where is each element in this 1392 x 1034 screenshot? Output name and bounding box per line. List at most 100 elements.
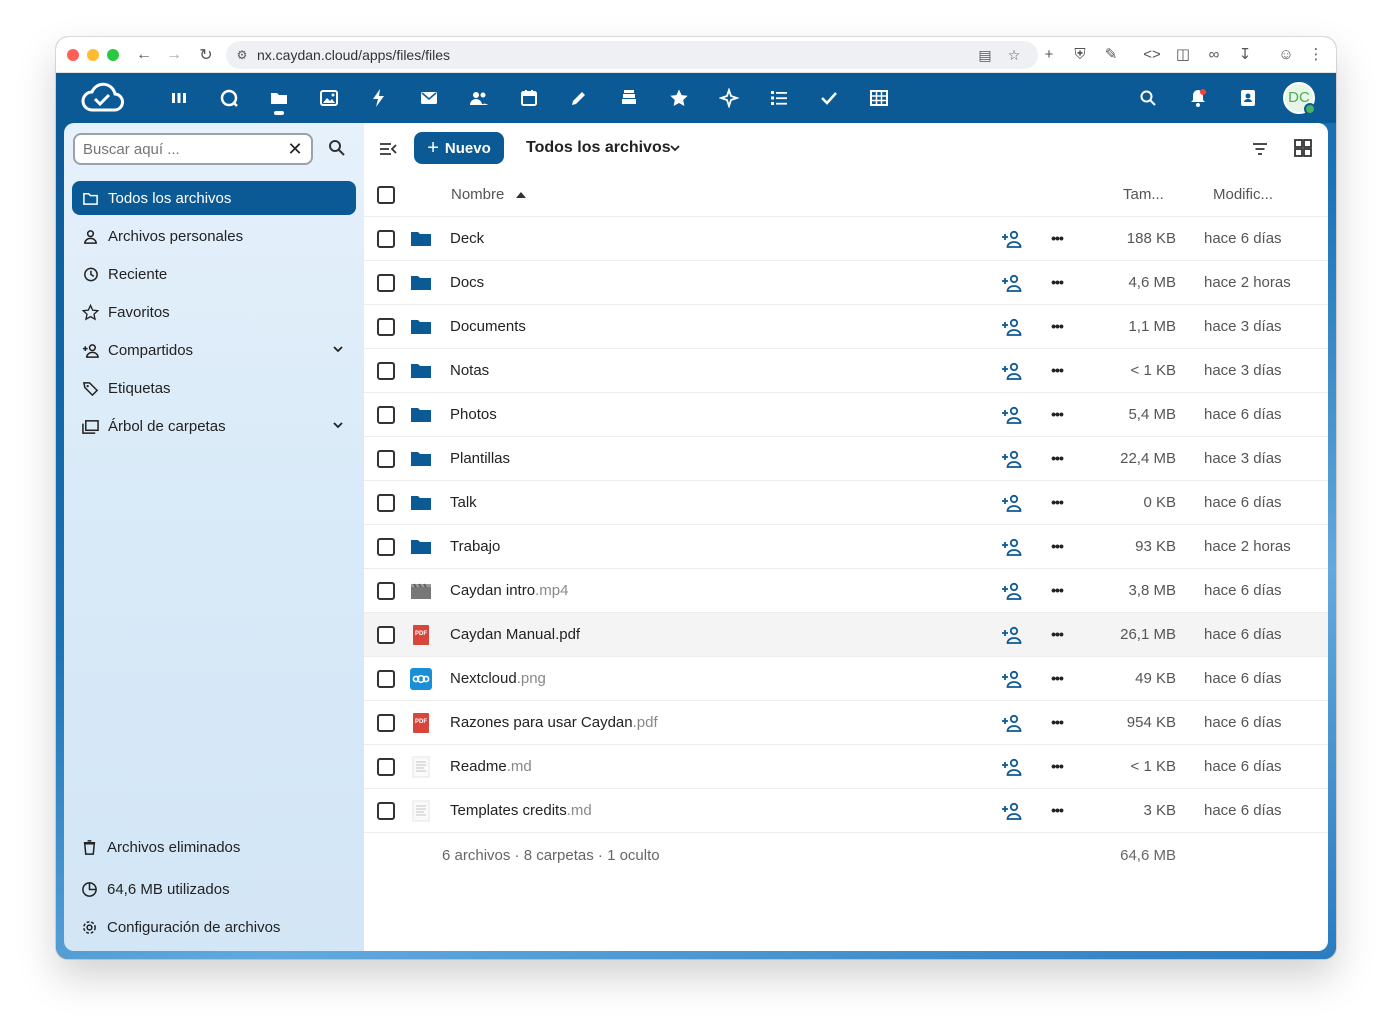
url-text[interactable]: nx.caydan.cloud/apps/files/files xyxy=(257,47,450,63)
file-name[interactable]: Notas xyxy=(450,362,489,379)
new-button[interactable]: + Nuevo xyxy=(414,132,504,164)
search-icon[interactable] xyxy=(1137,87,1159,109)
more-actions-icon[interactable]: ••• xyxy=(1046,801,1068,821)
share-icon[interactable] xyxy=(1001,273,1023,293)
row-checkbox[interactable] xyxy=(377,758,395,776)
filter-icon[interactable] xyxy=(1250,139,1270,159)
table-row[interactable]: Talk ••• 0 KB hace 6 días xyxy=(364,481,1328,525)
row-checkbox[interactable] xyxy=(377,538,395,556)
share-icon[interactable] xyxy=(1001,757,1023,777)
table-row[interactable]: Photos ••• 5,4 MB hace 6 días xyxy=(364,393,1328,437)
table-row[interactable]: Docs ••• 4,6 MB hace 2 horas xyxy=(364,261,1328,305)
more-actions-icon[interactable]: ••• xyxy=(1046,405,1068,425)
file-name[interactable]: Docs xyxy=(450,274,484,291)
more-actions-icon[interactable]: ••• xyxy=(1046,493,1068,513)
tasks-list-icon[interactable] xyxy=(768,87,790,109)
menu-kebab-icon[interactable]: ⋮ xyxy=(1305,44,1327,66)
minimize-window-button[interactable] xyxy=(87,49,99,61)
shield-extension-icon[interactable]: ⛨ xyxy=(1069,44,1091,66)
table-row[interactable]: Trabajo ••• 93 KB hace 2 horas xyxy=(364,525,1328,569)
column-name-header[interactable]: Nombre xyxy=(451,186,504,203)
file-name[interactable]: Templates credits.md xyxy=(450,802,592,819)
row-checkbox[interactable] xyxy=(377,274,395,292)
table-row[interactable]: Readme.md ••• < 1 KB hace 6 días xyxy=(364,745,1328,789)
file-name[interactable]: Nextcloud.png xyxy=(450,670,546,687)
share-icon[interactable] xyxy=(1001,449,1023,469)
notes-pencil-icon[interactable] xyxy=(568,87,590,109)
row-checkbox[interactable] xyxy=(377,802,395,820)
link-icon[interactable]: ∞ xyxy=(1203,44,1225,66)
bookmark-star-icon[interactable]: ☆ xyxy=(1005,46,1023,64)
share-icon[interactable] xyxy=(1001,493,1023,513)
share-icon[interactable] xyxy=(1001,229,1023,249)
checkmark-icon[interactable] xyxy=(818,87,840,109)
share-icon[interactable] xyxy=(1001,581,1023,601)
sidebar-item-tags[interactable]: Etiquetas xyxy=(72,371,356,405)
address-bar[interactable]: ⚙ nx.caydan.cloud/apps/files/files ▤ ☆ xyxy=(226,41,1038,69)
row-checkbox[interactable] xyxy=(377,230,395,248)
column-modified-header[interactable]: Modific... xyxy=(1213,186,1273,203)
file-name[interactable]: Photos xyxy=(450,406,497,423)
more-actions-icon[interactable]: ••• xyxy=(1046,669,1068,689)
search-input[interactable] xyxy=(75,135,275,163)
share-icon[interactable] xyxy=(1001,669,1023,689)
chevron-down-icon[interactable] xyxy=(330,417,346,433)
more-actions-icon[interactable]: ••• xyxy=(1046,713,1068,733)
install-app-icon[interactable]: ▤ xyxy=(976,46,994,64)
deleted-files-link[interactable]: Archivos eliminados xyxy=(80,833,240,861)
more-actions-icon[interactable]: ••• xyxy=(1046,229,1068,249)
sidebar-item-recent[interactable]: Reciente xyxy=(72,257,356,291)
grid-view-icon[interactable] xyxy=(1292,137,1314,159)
deck-stack-icon[interactable] xyxy=(618,87,640,109)
table-row[interactable]: Documents ••• 1,1 MB hace 3 días xyxy=(364,305,1328,349)
tables-grid-icon[interactable] xyxy=(868,87,890,109)
row-checkbox[interactable] xyxy=(377,494,395,512)
maximize-window-button[interactable] xyxy=(107,49,119,61)
more-actions-icon[interactable]: ••• xyxy=(1046,449,1068,469)
file-name[interactable]: Razones para usar Caydan.pdf xyxy=(450,714,658,731)
row-checkbox[interactable] xyxy=(377,450,395,468)
file-name[interactable]: Caydan intro.mp4 xyxy=(450,582,568,599)
share-icon[interactable] xyxy=(1001,625,1023,645)
reload-icon[interactable]: ↻ xyxy=(194,43,218,67)
row-checkbox[interactable] xyxy=(377,318,395,336)
dashboard-icon[interactable] xyxy=(168,87,190,109)
toggle-sidebar-icon[interactable] xyxy=(378,139,400,161)
share-icon[interactable] xyxy=(1001,405,1023,425)
table-row[interactable]: Plantillas ••• 22,4 MB hace 3 días xyxy=(364,437,1328,481)
table-row[interactable]: PDF Caydan Manual.pdf ••• 26,1 MB hace 6 día… xyxy=(364,613,1328,657)
row-checkbox[interactable] xyxy=(377,714,395,732)
user-avatar[interactable]: DC xyxy=(1283,82,1316,115)
row-checkbox[interactable] xyxy=(377,582,395,600)
row-checkbox[interactable] xyxy=(377,406,395,424)
more-actions-icon[interactable]: ••• xyxy=(1046,317,1068,337)
more-actions-icon[interactable]: ••• xyxy=(1046,581,1068,601)
table-row[interactable]: Templates credits.md ••• 3 KB hace 6 días xyxy=(364,789,1328,833)
file-name[interactable]: Plantillas xyxy=(450,450,510,467)
files-settings-link[interactable]: Configuración de archivos xyxy=(80,913,280,941)
share-icon[interactable] xyxy=(1001,801,1023,821)
more-actions-icon[interactable]: ••• xyxy=(1046,273,1068,293)
more-actions-icon[interactable]: ••• xyxy=(1046,361,1068,381)
file-name[interactable]: Caydan Manual.pdf xyxy=(450,626,580,643)
contacts-icon[interactable] xyxy=(468,87,490,109)
table-row[interactable]: Deck ••• 188 KB hace 6 días xyxy=(364,217,1328,261)
share-icon[interactable] xyxy=(1001,361,1023,381)
new-tab-icon[interactable]: + xyxy=(1038,44,1060,66)
chevron-down-icon[interactable] xyxy=(668,141,682,155)
share-icon[interactable] xyxy=(1001,537,1023,557)
sidebar-item-folder-tree[interactable]: Árbol de carpetas xyxy=(72,409,356,443)
search-field[interactable]: ✕ xyxy=(73,133,313,165)
favorites-star-icon[interactable] xyxy=(668,87,690,109)
more-actions-icon[interactable]: ••• xyxy=(1046,757,1068,777)
sort-ascending-icon[interactable] xyxy=(516,192,526,198)
extensions-icon[interactable]: ✎ xyxy=(1100,44,1122,66)
row-checkbox[interactable] xyxy=(377,670,395,688)
file-name[interactable]: Deck xyxy=(450,230,484,247)
forward-arrow-icon[interactable]: → xyxy=(162,43,186,67)
ai-assistant-icon[interactable] xyxy=(718,87,740,109)
row-checkbox[interactable] xyxy=(377,626,395,644)
sidebar-item-all-files[interactable]: Todos los archivos xyxy=(72,181,356,215)
column-size-header[interactable]: Tam... xyxy=(1123,186,1164,203)
sidebar-item-personal-files[interactable]: Archivos personales xyxy=(72,219,356,253)
